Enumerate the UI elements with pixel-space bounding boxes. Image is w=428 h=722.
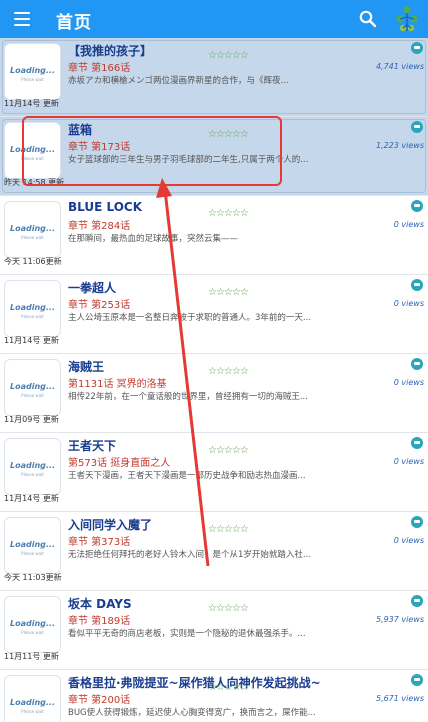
thumbnail-loading-text: Loading... [10, 698, 55, 707]
chat-icon[interactable] [411, 437, 423, 449]
rating-stars: ☆☆☆☆☆ [208, 50, 249, 61]
rating-stars: ☆☆☆☆☆ [208, 287, 249, 298]
view-count: 4,741 views [375, 62, 424, 71]
comic-description: 主人公埼玉原本是一名整日奔波于求职的普通人。3年前的一天... [68, 313, 312, 323]
update-time: 11月14号 更新 [4, 99, 59, 108]
comic-title[interactable]: 【我推的孩子】 [68, 42, 152, 59]
thumbnail-wait-text: Please wait [21, 630, 44, 635]
thumbnail-loading-text: Loading... [10, 619, 55, 628]
thumbnail[interactable]: Loading... Please wait [4, 201, 61, 258]
comic-description: 在那瞬间，最热血的足球故事，突然云集—— [68, 234, 239, 244]
chat-icon[interactable] [411, 42, 423, 54]
chapter-label: 第573话 挺身直面之人 [68, 458, 171, 469]
rating-stars: ☆☆☆☆☆ [208, 682, 249, 693]
update-time: 11月14号 更新 [4, 336, 59, 345]
view-count: 5,937 views [375, 615, 424, 624]
rating-stars: ☆☆☆☆☆ [208, 603, 249, 614]
list-item[interactable]: Loading... Please wait 11月14号 更新 一拳超人 章节… [0, 275, 428, 354]
chat-icon[interactable] [411, 121, 423, 133]
view-count: 0 views [393, 457, 424, 466]
highlight-box [22, 116, 282, 186]
list-item[interactable]: Loading... Please wait 11月11号 更新 坂本 DAYS… [0, 591, 428, 670]
thumbnail-wait-text: Please wait [21, 77, 44, 82]
chat-icon[interactable] [411, 516, 423, 528]
comic-title[interactable]: 入间同学入魔了 [68, 516, 152, 533]
thumbnail-loading-text: Loading... [10, 303, 55, 312]
list-item[interactable]: Loading... Please wait 11月09号 更新 海贼王 第11… [0, 354, 428, 433]
thumbnail-wait-text: Please wait [21, 393, 44, 398]
view-count: 0 views [393, 220, 424, 229]
update-time: 11月09号 更新 [4, 415, 59, 424]
comic-description: BUG使人获得锻炼，延迟使人心胸变得宽广，换而言之，屎作能... [68, 708, 316, 718]
thumbnail-loading-text: Loading... [10, 66, 55, 75]
comic-description: 王者天下漫画，王者天下漫画是一部历史战争和励志热血漫画... [68, 471, 306, 481]
comic-title[interactable]: 王者天下 [68, 437, 116, 454]
thumbnail-wait-text: Please wait [21, 551, 44, 556]
rating-stars: ☆☆☆☆☆ [208, 524, 249, 535]
list-item[interactable]: Loading... Please wait 今天 11:06更新 BLUE L… [0, 196, 428, 275]
comic-description: 无法拒绝任何拜托的老好人铃木入间，是个从1岁开始就踏入社... [68, 550, 312, 560]
list-item[interactable]: Loading... Please wait 香格里拉·弗陇提亚~屎作猎人向神作… [0, 670, 428, 722]
comic-title[interactable]: 一拳超人 [68, 279, 116, 296]
comic-description: 相传22年前，在一个童话般的世界里，曾经拥有一切的海贼王... [68, 392, 308, 402]
update-time: 今天 11:06更新 [4, 257, 62, 266]
search-icon[interactable] [358, 9, 378, 29]
list-item[interactable]: Loading... Please wait 11月14号 更新 【我推的孩子】… [0, 38, 428, 117]
page-title: 首页 [56, 13, 92, 33]
thumbnail-wait-text: Please wait [21, 709, 44, 714]
menu-icon[interactable] [14, 12, 30, 26]
update-time: 11月14号 更新 [4, 494, 59, 503]
update-time: 今天 11:03更新 [4, 573, 62, 582]
thumbnail-loading-text: Loading... [10, 540, 55, 549]
chapter-label: 章节 第200话 [68, 695, 131, 706]
tree-icon[interactable] [393, 5, 421, 33]
thumbnail[interactable]: Loading... Please wait [4, 280, 61, 337]
chapter-label: 章节 第284话 [68, 221, 131, 232]
view-count: 1,223 views [375, 141, 424, 150]
chapter-label: 章节 第373话 [68, 537, 131, 548]
chapter-label: 章节 第189话 [68, 616, 131, 627]
thumbnail-loading-text: Loading... [10, 461, 55, 470]
thumbnail-loading-text: Loading... [10, 224, 55, 233]
view-count: 0 views [393, 536, 424, 545]
chat-icon[interactable] [411, 674, 423, 686]
chapter-label: 章节 第166话 [68, 63, 131, 74]
list-item[interactable]: Loading... Please wait 11月14号 更新 王者天下 第5… [0, 433, 428, 512]
list-item[interactable]: Loading... Please wait 今天 11:03更新 入间同学入魔… [0, 512, 428, 591]
app-bar: 首页 [0, 0, 428, 38]
comic-title[interactable]: BLUE LOCK [68, 200, 142, 214]
rating-stars: ☆☆☆☆☆ [208, 445, 249, 456]
thumbnail[interactable]: Loading... Please wait [4, 675, 61, 722]
chat-icon[interactable] [411, 200, 423, 212]
thumbnail-wait-text: Please wait [21, 314, 44, 319]
chat-icon[interactable] [411, 595, 423, 607]
view-count: 5,671 views [375, 694, 424, 703]
chat-icon[interactable] [411, 279, 423, 291]
thumbnail-loading-text: Loading... [10, 382, 55, 391]
chapter-label: 第1131话 冥界的洛基 [68, 379, 167, 390]
comic-description: 看似平平无奇的商店老板，实则是一个隐秘的退休最强杀手。... [68, 629, 306, 639]
thumbnail-wait-text: Please wait [21, 235, 44, 240]
comic-title[interactable]: 坂本 DAYS [68, 595, 132, 612]
comic-title[interactable]: 香格里拉·弗陇提亚~屎作猎人向神作发起挑战~ [68, 674, 321, 691]
thumbnail-wait-text: Please wait [21, 472, 44, 477]
thumbnail[interactable]: Loading... Please wait [4, 438, 61, 495]
rating-stars: ☆☆☆☆☆ [208, 208, 249, 219]
view-count: 0 views [393, 299, 424, 308]
rating-stars: ☆☆☆☆☆ [208, 366, 249, 377]
comic-title[interactable]: 海贼王 [68, 358, 104, 375]
thumbnail[interactable]: Loading... Please wait [4, 596, 61, 653]
comic-description: 赤坂アカ和横槍メンゴ两位漫画界新星的合作，与《辉夜... [68, 76, 289, 86]
view-count: 0 views [393, 378, 424, 387]
chat-icon[interactable] [411, 358, 423, 370]
chapter-label: 章节 第253话 [68, 300, 131, 311]
update-time: 11月11号 更新 [4, 652, 59, 661]
thumbnail[interactable]: Loading... Please wait [4, 359, 61, 416]
thumbnail[interactable]: Loading... Please wait [4, 43, 61, 100]
thumbnail[interactable]: Loading... Please wait [4, 517, 61, 574]
